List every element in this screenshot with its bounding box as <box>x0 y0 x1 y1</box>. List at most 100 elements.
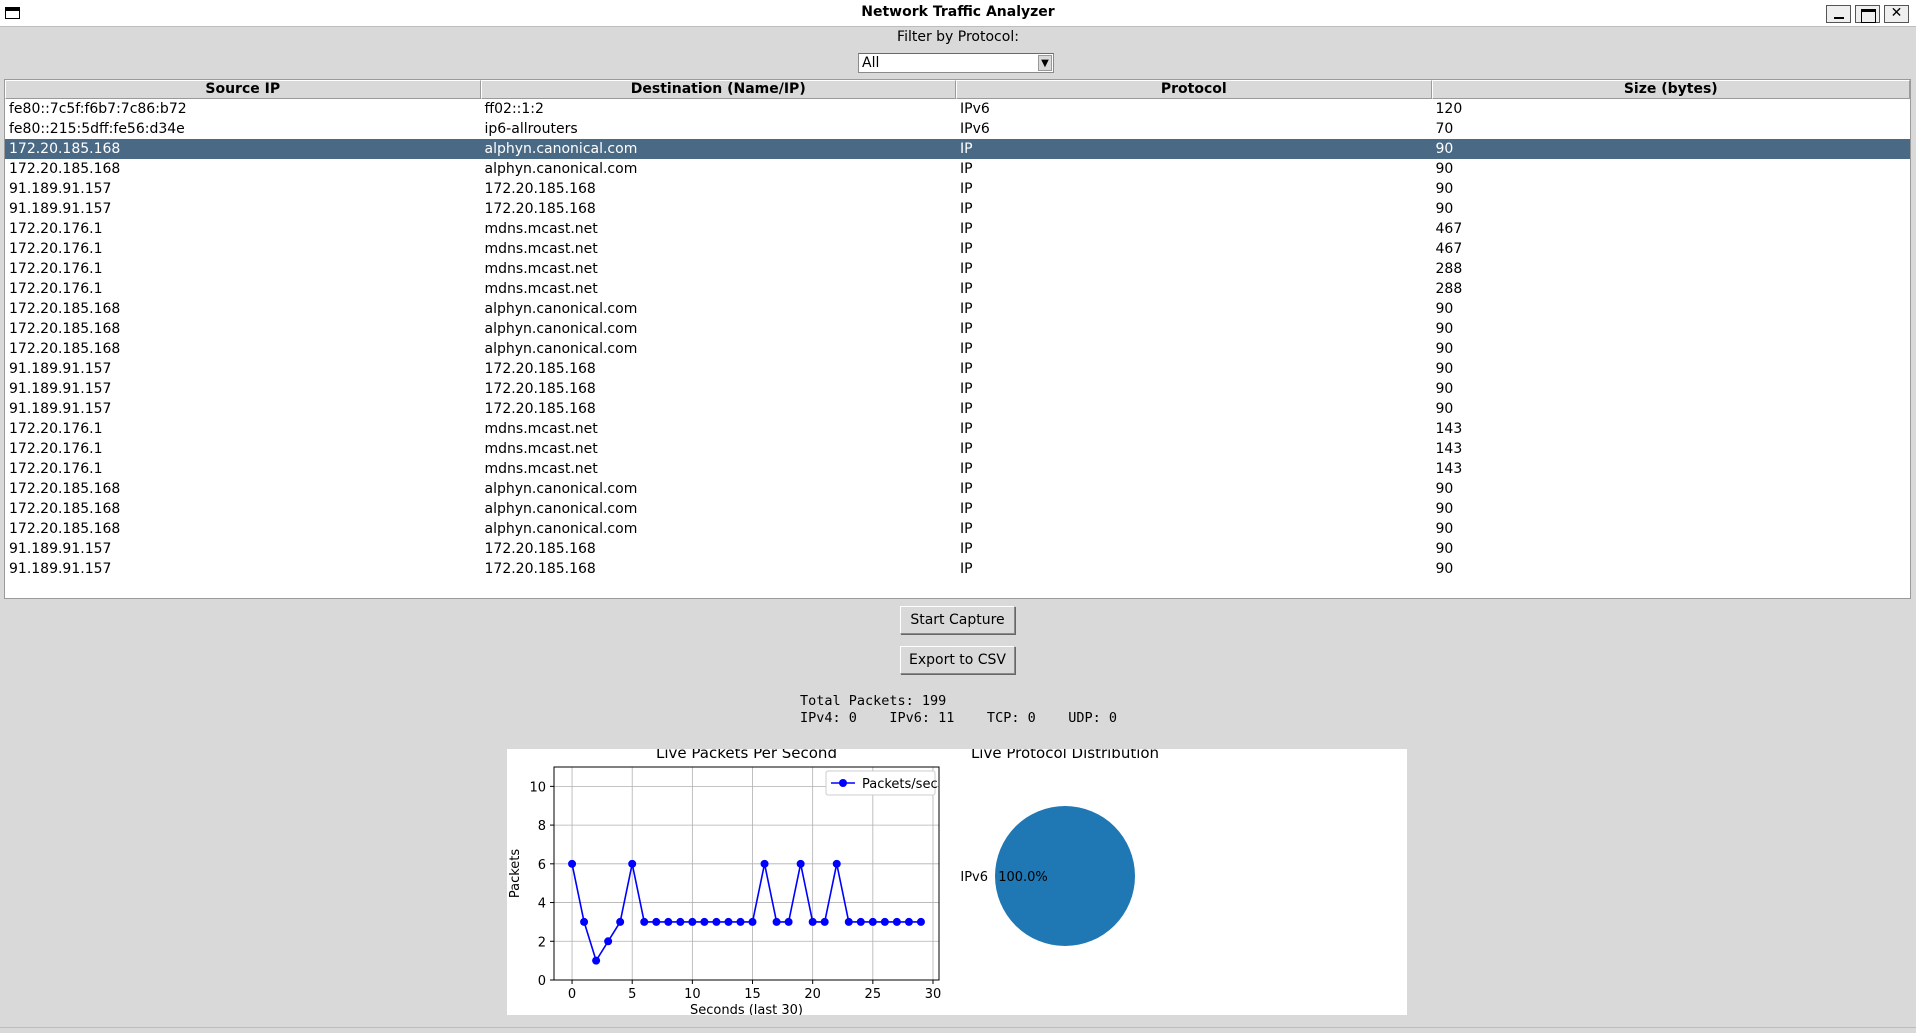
pie-chart-title: Live Protocol Distribution <box>971 749 1159 762</box>
column-header-size[interactable]: Size (bytes) <box>1431 80 1910 99</box>
cell-destination: ip6-allrouters <box>484 121 578 137</box>
data-point <box>616 917 625 926</box>
table-row[interactable]: fe80::215:5dff:fe56:d34e ip6-allrouters IP… <box>5 119 1910 139</box>
table-row[interactable]: 91.189.91.157 172.20.185.168 IP 90 <box>5 359 1910 379</box>
table-row[interactable]: fe80::7c5f:f6b7:7c86:b72 ff02::1:2 IPv6 120 <box>5 99 1910 119</box>
data-point <box>916 917 925 926</box>
cell-size: 467 <box>1435 221 1463 237</box>
title-bar: Network Traffic Analyzer ✕ <box>0 0 1916 27</box>
cell-protocol: IP <box>960 281 973 297</box>
table-row[interactable]: 91.189.91.157 172.20.185.168 IP 90 <box>5 199 1910 219</box>
data-point <box>832 859 841 868</box>
cell-protocol: IP <box>960 301 973 317</box>
cell-size: 143 <box>1435 421 1463 437</box>
data-point <box>772 917 781 926</box>
cell-size: 70 <box>1435 121 1454 137</box>
cell-destination: ff02::1:2 <box>484 101 544 117</box>
start-capture-button[interactable]: Start Capture <box>900 606 1015 634</box>
table-row[interactable]: 172.20.185.168 alphyn.canonical.com IP 90 <box>5 159 1910 179</box>
data-point <box>568 859 577 868</box>
cell-size: 467 <box>1435 241 1463 257</box>
cell-source-ip: 91.189.91.157 <box>9 561 112 577</box>
minimize-button[interactable] <box>1826 5 1851 23</box>
table-row[interactable]: 172.20.176.1 mdns.mcast.net IP 143 <box>5 439 1910 459</box>
cell-protocol: IP <box>960 181 973 197</box>
maximize-button[interactable] <box>1855 5 1880 23</box>
cell-size: 90 <box>1435 301 1454 317</box>
cell-protocol: IP <box>960 481 973 497</box>
cell-source-ip: 91.189.91.157 <box>9 381 112 397</box>
data-point <box>712 917 721 926</box>
charts-canvas: 0 5 10 15 20 25 30 0 2 4 6 8 10 Live Packets Per Seco… <box>508 749 1159 1015</box>
table-row[interactable]: 91.189.91.157 172.20.185.168 IP 90 <box>5 539 1910 559</box>
x-tick-label: 10 <box>684 987 701 1002</box>
cell-source-ip: 172.20.185.168 <box>9 301 121 317</box>
cell-destination: mdns.mcast.net <box>484 441 598 457</box>
protocol-filter-combobox[interactable]: All ▼ <box>858 53 1054 73</box>
cell-protocol: IP <box>960 441 973 457</box>
cell-source-ip: fe80::7c5f:f6b7:7c86:b72 <box>9 101 187 117</box>
table-row[interactable]: 172.20.185.168 alphyn.canonical.com IP 90 <box>5 319 1910 339</box>
cell-destination: alphyn.canonical.com <box>484 341 638 357</box>
table-row[interactable]: 91.189.91.157 172.20.185.168 IP 90 <box>5 559 1910 579</box>
data-point <box>856 917 865 926</box>
cell-protocol: IP <box>960 321 973 337</box>
series-line <box>571 863 921 963</box>
cell-protocol: IP <box>960 201 973 217</box>
cell-destination: alphyn.canonical.com <box>484 501 638 517</box>
table-row[interactable]: 172.20.176.1 mdns.mcast.net IP 143 <box>5 459 1910 479</box>
protocol-filter-value: All <box>862 55 880 71</box>
table-row[interactable]: 91.189.91.157 172.20.185.168 IP 90 <box>5 379 1910 399</box>
cell-protocol: IP <box>960 541 973 557</box>
export-csv-button[interactable]: Export to CSV <box>900 646 1015 674</box>
table-row[interactable]: 172.20.176.1 mdns.mcast.net IP 467 <box>5 239 1910 259</box>
x-tick-label: 30 <box>925 987 942 1002</box>
table-row[interactable]: 172.20.176.1 mdns.mcast.net IP 467 <box>5 219 1910 239</box>
cell-protocol: IP <box>960 161 973 177</box>
cell-destination: alphyn.canonical.com <box>484 301 638 317</box>
x-tick-label: 25 <box>865 987 882 1002</box>
table-row[interactable]: 172.20.176.1 mdns.mcast.net IP 288 <box>5 279 1910 299</box>
column-header-protocol[interactable]: Protocol <box>956 80 1432 99</box>
column-header-destination[interactable]: Destination (Name/IP) <box>480 80 956 99</box>
table-row[interactable]: 172.20.185.168 alphyn.canonical.com IP 90 <box>5 479 1910 499</box>
cell-destination: 172.20.185.168 <box>484 361 596 377</box>
y-tick-label: 6 <box>538 858 546 873</box>
filter-label: Filter by Protocol: <box>897 29 1019 45</box>
cell-source-ip: 172.20.185.168 <box>9 161 121 177</box>
window-bottom-border <box>0 1027 1916 1033</box>
table-row[interactable]: 91.189.91.157 172.20.185.168 IP 90 <box>5 179 1910 199</box>
table-row[interactable]: 172.20.176.1 mdns.mcast.net IP 143 <box>5 419 1910 439</box>
data-point <box>700 917 709 926</box>
table-row[interactable]: 172.20.185.168 alphyn.canonical.com IP 90 <box>5 339 1910 359</box>
cell-protocol: IPv6 <box>960 101 990 117</box>
cell-source-ip: 172.20.185.168 <box>9 321 121 337</box>
packet-table[interactable]: Source IP Destination (Name/IP) Protocol… <box>4 79 1911 599</box>
cell-protocol: IPv6 <box>960 121 990 137</box>
data-point <box>640 917 649 926</box>
table-row[interactable]: 172.20.185.168 alphyn.canonical.com IP 90 <box>5 139 1910 159</box>
cell-protocol: IP <box>960 241 973 257</box>
data-point <box>604 937 613 946</box>
chevron-down-icon[interactable]: ▼ <box>1038 55 1052 71</box>
column-header-source-ip[interactable]: Source IP <box>5 80 481 99</box>
table-row[interactable]: 91.189.91.157 172.20.185.168 IP 90 <box>5 399 1910 419</box>
cell-source-ip: 172.20.176.1 <box>9 261 103 277</box>
data-point <box>724 917 733 926</box>
protocol-counts-text: IPv4: 0 IPv6: 11 TCP: 0 UDP: 0 <box>800 710 1117 726</box>
y-tick-label: 0 <box>538 974 546 989</box>
data-point <box>652 917 661 926</box>
cell-size: 90 <box>1435 561 1454 577</box>
cell-protocol: IP <box>960 401 973 417</box>
close-button[interactable]: ✕ <box>1884 5 1909 23</box>
table-row[interactable]: 172.20.185.168 alphyn.canonical.com IP 90 <box>5 499 1910 519</box>
cell-protocol: IP <box>960 141 973 157</box>
table-row[interactable]: 172.20.185.168 alphyn.canonical.com IP 90 <box>5 519 1910 539</box>
table-row[interactable]: 172.20.185.168 alphyn.canonical.com IP 90 <box>5 299 1910 319</box>
x-tick-label: 15 <box>744 987 761 1002</box>
cell-size: 90 <box>1435 521 1454 537</box>
data-point <box>676 917 685 926</box>
table-row[interactable]: 172.20.176.1 mdns.mcast.net IP 288 <box>5 259 1910 279</box>
cell-size: 90 <box>1435 381 1454 397</box>
table-body: fe80::7c5f:f6b7:7c86:b72 ff02::1:2 IPv6 120… <box>5 99 1910 579</box>
